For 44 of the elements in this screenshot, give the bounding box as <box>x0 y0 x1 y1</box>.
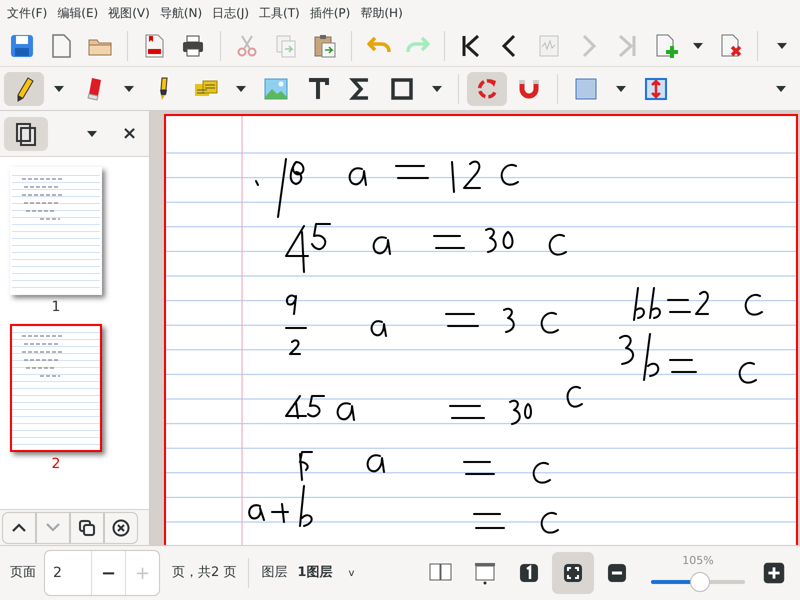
caret-icon[interactable] <box>775 84 787 92</box>
zoom-percent: 105% <box>682 553 714 570</box>
caret-icon[interactable] <box>615 84 627 92</box>
page-stack-icon <box>15 122 37 146</box>
slider-thumb[interactable] <box>690 572 710 592</box>
menu-item[interactable]: 帮助(H) <box>355 2 408 24</box>
chevron-up-icon <box>12 523 26 532</box>
caret-icon[interactable] <box>123 84 135 92</box>
menu-item[interactable]: 插件(P) <box>304 2 356 24</box>
page-preview-tab[interactable] <box>4 116 48 150</box>
sidebar-button[interactable] <box>70 512 104 544</box>
menu-item[interactable]: 导航(N) <box>154 2 208 24</box>
layer-value: 1图层 <box>297 564 332 582</box>
menu-item[interactable]: 日志(J) <box>207 2 254 24</box>
menu-item[interactable]: 文件(F) <box>2 2 52 24</box>
caret-icon[interactable] <box>692 42 704 50</box>
highlighter-icon <box>159 76 169 100</box>
caret-icon[interactable] <box>53 84 65 92</box>
page-spin-field[interactable]: 2 − + <box>44 550 160 596</box>
decrement-button[interactable]: − <box>91 551 125 595</box>
page-number: 2 <box>52 455 60 474</box>
chevron-down-icon <box>46 523 60 532</box>
sidebar-button[interactable] <box>2 512 36 544</box>
caret-icon[interactable] <box>431 84 443 92</box>
tool-button[interactable] <box>4 72 44 106</box>
menu-item[interactable]: 视图(V) <box>103 2 155 24</box>
caret-icon[interactable] <box>86 130 98 138</box>
text-selection-icon <box>194 80 218 97</box>
zoom-in-icon <box>761 560 787 586</box>
caret-icon[interactable] <box>235 84 247 92</box>
menu-item[interactable]: 工具(T) <box>254 2 305 24</box>
delete-circle-icon <box>111 518 131 538</box>
view-button[interactable] <box>552 552 594 594</box>
page-number: 1 <box>52 298 60 317</box>
page-total: 页，共2 页 <box>172 564 236 582</box>
menu-item[interactable]: 编辑(E) <box>52 2 104 24</box>
page-thumbnail[interactable] <box>10 324 102 452</box>
close-button[interactable]: × <box>122 124 138 142</box>
layer-dropdown[interactable]: v <box>348 566 354 580</box>
duplicate-icon <box>77 518 97 538</box>
layer-label: 图层 <box>261 564 288 582</box>
page-label: 页面 <box>10 564 36 582</box>
sidebar-button[interactable] <box>104 512 138 544</box>
caret-icon[interactable] <box>776 42 788 50</box>
